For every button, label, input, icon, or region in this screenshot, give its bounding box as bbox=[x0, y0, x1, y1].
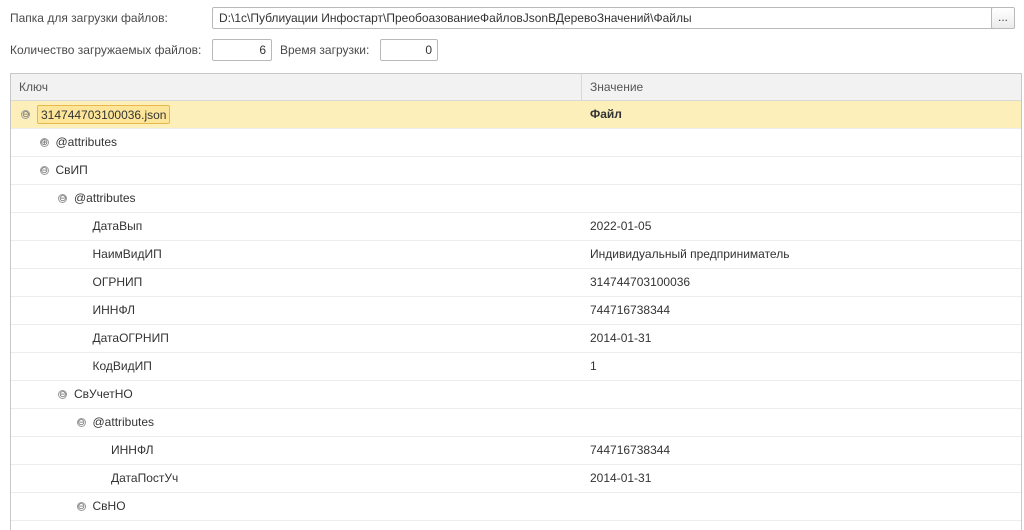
collapse-node-icon[interactable]: ⊖ bbox=[58, 194, 67, 203]
tree-key-text: @attributes bbox=[55, 135, 118, 149]
folder-path-input[interactable]: D:\1c\Публиуации Инфостарт\Преобоазовани… bbox=[212, 7, 1000, 29]
tree-key-text: СвНО bbox=[92, 499, 126, 513]
tree-header: Ключ Значение bbox=[11, 74, 1021, 101]
tree-row[interactable]: ДатаПостУч 2014-01-31 bbox=[11, 465, 1021, 493]
tree-row[interactable]: ⊖ 314744703100036.json Файл bbox=[11, 101, 1021, 129]
tree-row[interactable]: ОГРНИП 314744703100036 bbox=[11, 269, 1021, 297]
tree-value-cell: 1 bbox=[590, 359, 597, 373]
tree-key-cell: ⊕ @attributes bbox=[11, 129, 582, 156]
tree-body: ⊖ 314744703100036.json Файл ⊕ @attributes ⊖ Св… bbox=[11, 101, 1021, 521]
tree-key-text: СвИП bbox=[55, 163, 88, 177]
tree-row[interactable]: ⊖ СвНО bbox=[11, 493, 1021, 521]
tree-row[interactable]: ДатаОГРНИП 2014-01-31 bbox=[11, 325, 1021, 353]
tree-key-cell: ⊖ @attributes bbox=[11, 185, 582, 212]
folder-row: Папка для загрузки файлов: D:\1c\Публиуа… bbox=[10, 7, 1015, 31]
tree-value-cell: 744716738344 bbox=[590, 303, 671, 317]
tree-key-text: ИННФЛ bbox=[92, 303, 136, 317]
load-time-label: Время загрузки: bbox=[280, 43, 370, 57]
tree-row[interactable]: ⊕ @attributes bbox=[11, 129, 1021, 157]
tree-row[interactable]: НаимВидИП Индивидуальный предприниматель bbox=[11, 241, 1021, 269]
tree-key-cell: ⊖ СвУчетНО bbox=[11, 381, 582, 408]
tree-key-text: ДатаВып bbox=[92, 219, 143, 233]
tree-value-cell: Индивидуальный предприниматель bbox=[590, 247, 790, 261]
tree-key-text: НаимВидИП bbox=[92, 247, 162, 261]
tree-key-cell: ⊖ СвИП bbox=[11, 157, 582, 184]
collapse-node-icon[interactable]: ⊖ bbox=[76, 502, 86, 511]
collapse-node-icon[interactable]: ⊖ bbox=[76, 418, 86, 427]
files-count-label: Количество загружаемых файлов: bbox=[10, 43, 202, 57]
tree-key-cell: ⊖ 314744703100036.json bbox=[11, 101, 582, 128]
tree-key-text: ИННФЛ bbox=[111, 443, 154, 457]
files-count-input[interactable]: 6 bbox=[212, 39, 272, 61]
tree-value-cell: 2014-01-31 bbox=[590, 471, 652, 485]
load-time-input[interactable]: 0 bbox=[380, 39, 438, 61]
tree-row[interactable]: ⊖ СвИП bbox=[11, 157, 1021, 185]
tree-key-cell: ⊖ @attributes bbox=[11, 409, 582, 436]
tree-row[interactable]: ⊖ @attributes bbox=[11, 409, 1021, 437]
counts-row: Количество загружаемых файлов: 6 Время з… bbox=[10, 39, 1014, 63]
tree-key-cell: ОГРНИП bbox=[11, 269, 582, 296]
tree-row[interactable]: ДатаВып 2022-01-05 bbox=[11, 213, 1021, 241]
tree-key-cell: ⊖ СвНО bbox=[11, 493, 582, 520]
tree-row[interactable]: КодВидИП 1 bbox=[11, 353, 1021, 381]
tree-key-text: КодВидИП bbox=[92, 359, 152, 373]
tree-value-cell: 2014-01-31 bbox=[590, 331, 652, 345]
tree-key-text: @attributes bbox=[74, 191, 136, 205]
tree-row[interactable]: ⊖ @attributes bbox=[11, 185, 1021, 213]
column-header-key[interactable]: Ключ bbox=[11, 74, 582, 100]
value-tree[interactable]: Ключ Значение ⊖ 314744703100036.json Файл ⊕… bbox=[10, 73, 1022, 530]
collapse-node-icon[interactable]: ⊖ bbox=[21, 110, 30, 119]
tree-key-text: ДатаПостУч bbox=[111, 471, 179, 485]
column-header-value[interactable]: Значение bbox=[582, 74, 1021, 100]
tree-key-text: 314744703100036.json bbox=[37, 105, 171, 124]
expand-node-icon[interactable]: ⊕ bbox=[39, 138, 49, 147]
form-window: Папка для загрузки файлов: D:\1c\Публиуа… bbox=[0, 0, 1024, 530]
tree-key-text: @attributes bbox=[92, 415, 155, 429]
tree-value-cell: Файл bbox=[590, 107, 622, 121]
tree-key-cell: ДатаВып bbox=[11, 213, 582, 240]
tree-row[interactable]: ИННФЛ 744716738344 bbox=[11, 297, 1021, 325]
collapse-node-icon[interactable]: ⊖ bbox=[39, 166, 49, 175]
tree-key-cell: НаимВидИП bbox=[11, 241, 582, 268]
tree-key-cell: ИННФЛ bbox=[11, 437, 582, 464]
tree-value-cell: 744716738344 bbox=[590, 443, 671, 457]
choose-folder-button[interactable]: ... bbox=[991, 7, 1015, 29]
tree-key-cell: ДатаОГРНИП bbox=[11, 325, 582, 352]
folder-label: Папка для загрузки файлов: bbox=[10, 11, 168, 25]
collapse-node-icon[interactable]: ⊖ bbox=[58, 390, 67, 399]
tree-row[interactable]: ИННФЛ 744716738344 bbox=[11, 437, 1021, 465]
tree-key-cell: ИННФЛ bbox=[11, 297, 582, 324]
tree-key-cell: КодВидИП bbox=[11, 353, 582, 380]
tree-key-text: ОГРНИП bbox=[92, 275, 143, 289]
tree-value-cell: 2022-01-05 bbox=[590, 219, 652, 233]
tree-key-cell: ДатаПостУч bbox=[11, 465, 582, 492]
tree-key-text: ДатаОГРНИП bbox=[92, 331, 169, 345]
tree-value-cell: 314744703100036 bbox=[590, 275, 691, 289]
tree-row[interactable]: ⊖ СвУчетНО bbox=[11, 381, 1021, 409]
tree-key-text: СвУчетНО bbox=[74, 387, 133, 401]
